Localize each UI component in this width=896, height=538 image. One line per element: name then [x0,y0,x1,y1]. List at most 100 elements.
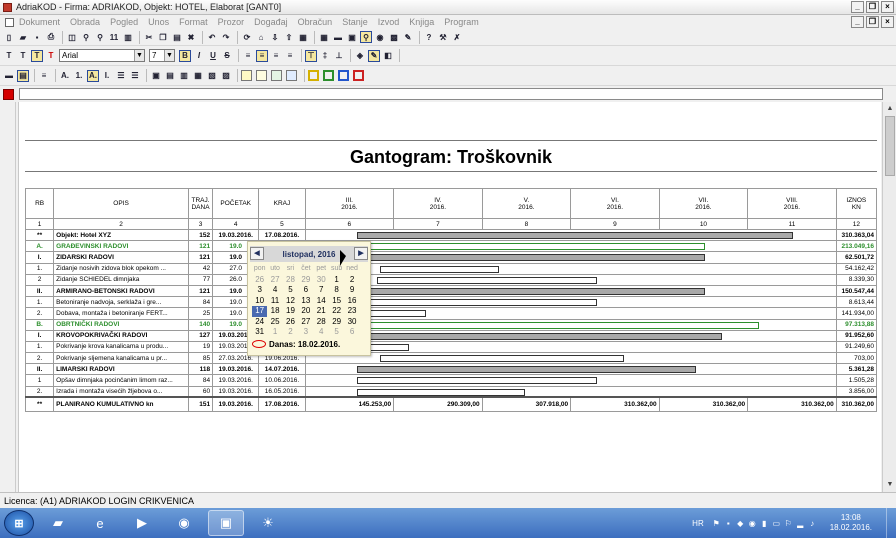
total-row[interactable]: ** PLANIRANO KUMULATIVNO kn 151 19.03.2016.… [24,396,878,412]
menu-knjiga[interactable]: Knjiga [409,17,434,27]
calendar-day[interactable]: 1 [329,275,344,286]
calendar-day[interactable]: 29 [298,275,313,286]
delete-icon[interactable]: ✖ [185,31,197,43]
border-swatch-blue[interactable] [338,70,349,81]
show-desktop-button[interactable] [886,508,896,538]
calendar-day[interactable]: 5 [329,327,344,338]
calendar-day[interactable]: 10 [252,296,267,307]
calendar-day[interactable]: 14 [314,296,329,307]
formula-input[interactable] [19,88,883,100]
menu-unos[interactable]: Unos [148,17,169,27]
border-swatch-green[interactable] [323,70,334,81]
align-justify-icon[interactable]: ≡ [284,50,296,62]
calendar-day[interactable]: 2 [283,327,298,338]
table-row[interactable]: I. ZIDARSKI RADOVI 121 19.0 62.501,72 [24,251,878,264]
pen-icon[interactable]: ✎ [368,49,380,62]
print-preview-icon[interactable]: ◫ [66,31,78,43]
calendar-day[interactable]: 24 [252,317,267,328]
calendar-day[interactable]: 13 [298,296,313,307]
import-icon[interactable]: ⇩ [269,31,281,43]
media-player-taskbar-icon[interactable]: ▶ [124,510,160,536]
clock[interactable]: 13:08 18.02.2016. [830,513,872,533]
print-icon[interactable]: ⎙ [45,31,57,43]
color-swatch-green[interactable] [271,70,282,81]
calendar-day[interactable]: 26 [252,275,267,286]
line-spacing-icon[interactable]: ≡ [38,70,50,82]
new-document-icon[interactable]: ▯ [3,31,15,43]
explorer-taskbar-icon[interactable]: ▰ [40,510,76,536]
signal-icon[interactable]: ▂ [796,519,805,528]
text-highlight-icon[interactable]: T [31,49,43,62]
table-row[interactable]: 2. Dobava, montaža i betoniranje FERT... 2… [24,307,878,320]
exit-icon[interactable]: ✗ [451,31,463,43]
update-icon[interactable]: ◉ [748,519,757,528]
calendar-day[interactable]: 15 [329,296,344,307]
document-menu-icon[interactable] [5,17,14,27]
frame-2-icon[interactable]: ▤ [164,70,176,82]
close-button[interactable]: × [881,1,894,13]
calendar-day[interactable]: 12 [283,296,298,307]
columns-icon[interactable]: ▥ [122,31,134,43]
list-2-icon[interactable]: ☰ [129,70,141,82]
vertical-scrollbar[interactable]: ▲ ▼ [882,102,896,492]
calendar-day[interactable]: 17 [252,306,268,317]
grid-icon[interactable]: ▦ [318,31,330,43]
flag-icon[interactable]: ⚑ [712,519,721,528]
calendar-day[interactable]: 5 [283,285,298,296]
menu-prozor[interactable]: Prozor [218,17,245,27]
copy-icon[interactable]: ❐ [157,31,169,43]
fill-color-icon[interactable]: ◈ [354,50,366,62]
scroll-down-icon[interactable]: ▼ [883,478,896,492]
valign-bottom-icon[interactable]: ⊥ [333,50,345,62]
menu-stanje[interactable]: Stanje [342,17,368,27]
cut-icon[interactable]: ✂ [143,31,155,43]
export-icon[interactable]: ⇧ [283,31,295,43]
start-button[interactable]: ⊞ [4,510,34,536]
zoom-icon[interactable]: ⚲ [80,31,92,43]
flag-icon[interactable]: ⚐ [784,519,793,528]
stop-icon[interactable] [3,88,14,100]
calendar-day[interactable]: 7 [314,285,329,296]
search-icon[interactable]: ⚲ [360,31,372,43]
calendar-day[interactable]: 30 [344,317,359,328]
table-row[interactable]: 2. Izrada i montaža visećih žljebova o...… [24,385,878,398]
roman-numbering-icon[interactable]: I. [101,70,113,82]
refresh-icon[interactable]: ⟳ [241,31,253,43]
calendar-day[interactable]: 27 [298,317,313,328]
border-swatch-yellow[interactable] [308,70,319,81]
calendar-day[interactable]: 19 [283,306,298,317]
calendar-prev-button[interactable]: ◀ [250,247,264,260]
text-style-2-icon[interactable]: T [17,50,29,62]
network-icon[interactable]: ▪ [724,519,733,528]
calendar-today-link[interactable]: Danas: 18.02.2016. [252,340,370,349]
text-color-icon[interactable]: T [45,50,57,62]
calendar-day[interactable]: 20 [298,306,313,317]
border-edit-icon[interactable]: ▤ [17,69,29,82]
align-center-icon[interactable]: ≡ [256,49,268,62]
tools-icon[interactable]: ⚒ [437,31,449,43]
calendar-day[interactable]: 23 [344,306,359,317]
calendar-day[interactable]: 26 [283,317,298,328]
undo-icon[interactable]: ↶ [206,31,218,43]
brush-icon[interactable]: ✎ [402,31,414,43]
calendar-day[interactable]: 1 [267,327,282,338]
frame-1-icon[interactable]: ▣ [150,70,162,82]
calendar-day[interactable]: 27 [267,275,282,286]
list-icon[interactable]: ☰ [115,70,127,82]
battery-icon[interactable]: ▮ [760,519,769,528]
save-icon[interactable]: ▪ [31,31,43,43]
table-row[interactable]: ** Objekt: Hotel XYZ 152 19.03.2016. 17.08.2… [24,228,878,242]
calendar-day[interactable]: 3 [298,327,313,338]
table-row[interactable]: II. ARMIRANO-BETONSKI RADOVI 121 19.0 150.54… [24,284,878,298]
calendar-day[interactable]: 30 [314,275,329,286]
table-row[interactable]: 1. Pokrivanje krova kanalicama u produ...… [24,340,878,354]
calculator-icon[interactable]: ▩ [388,31,400,43]
find-icon[interactable]: ⚲ [94,31,106,43]
calendar-day[interactable]: 21 [314,306,329,317]
paste-icon[interactable]: ▤ [171,31,183,43]
strikethrough-button[interactable]: S [221,50,233,62]
maximize-button[interactable]: ❐ [866,1,879,13]
open-folder-icon[interactable]: ▰ [17,31,29,43]
table-row[interactable]: II. LIMARSKI RADOVI 118 19.03.2016. 14.07.20… [24,363,878,376]
table-icon[interactable]: ▦ [297,31,309,43]
